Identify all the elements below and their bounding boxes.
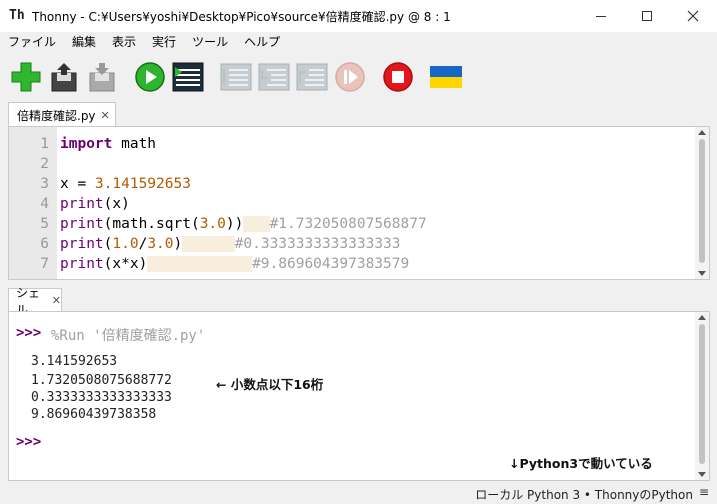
window-title: Thonny - C:¥Users¥yoshi¥Desktop¥Pico¥sou…: [32, 10, 451, 24]
step-into-icon: [258, 63, 290, 91]
output-line: 3.141592653: [31, 354, 118, 369]
code-line: 2: [40, 154, 427, 174]
shell-panel[interactable]: >>> %Run '倍精度確認.py' 3.141592653 1.732050…: [8, 311, 710, 481]
menu-view[interactable]: 表示: [104, 32, 144, 52]
new-file-button[interactable]: [9, 60, 43, 94]
scroll-down-icon[interactable]: [698, 271, 706, 276]
code-line: 6 print(1.0/3.0) #0.3333333333333333: [40, 234, 427, 254]
editor-scrollbar[interactable]: [695, 127, 709, 279]
step-over-icon: [220, 63, 252, 91]
close-icon: [687, 10, 699, 22]
line-number: 3: [40, 176, 49, 192]
code-comment: #0.3333333333333333: [234, 236, 401, 252]
shell-prompt[interactable]: >>>: [16, 434, 41, 450]
menu-run[interactable]: 実行: [144, 32, 184, 52]
interpreter-selector[interactable]: ローカル Python 3 • ThonnyのPython: [475, 486, 693, 503]
scroll-thumb[interactable]: [699, 139, 705, 263]
menu-help[interactable]: ヘルプ: [236, 32, 288, 52]
menu-tools[interactable]: ツール: [184, 32, 236, 52]
line-number: 2: [40, 156, 49, 172]
hamburger-menu-icon[interactable]: ≡: [699, 485, 709, 499]
code-line: 4 print(x): [40, 194, 427, 214]
run-button[interactable]: [133, 60, 167, 94]
scroll-up-icon[interactable]: [698, 315, 706, 320]
load-icon: [51, 63, 77, 92]
scroll-thumb[interactable]: [699, 324, 705, 464]
debug-icon: [172, 62, 204, 92]
stop-button[interactable]: [381, 60, 415, 94]
status-bar: ローカル Python 3 • ThonnyのPython ≡: [0, 482, 717, 504]
output-line: 0.3333333333333333: [31, 390, 172, 405]
step-into-button[interactable]: [257, 60, 291, 94]
maximize-icon: [642, 11, 652, 21]
load-button[interactable]: [47, 60, 81, 94]
step-out-icon: [296, 63, 328, 91]
editor-tab-strip: 倍精度確認.py ✕: [0, 102, 717, 127]
save-button[interactable]: [85, 60, 119, 94]
shell-scrollbar[interactable]: [695, 312, 709, 480]
step-over-button[interactable]: [219, 60, 253, 94]
title-bar: Th Thonny - C:¥Users¥yoshi¥Desktop¥Pico¥…: [0, 0, 717, 32]
scroll-up-icon[interactable]: [698, 130, 706, 135]
save-icon: [89, 63, 115, 92]
run-command: %Run '倍精度確認.py': [51, 328, 206, 344]
menu-bar: ファイル 編集 表示 実行 ツール ヘルプ: [0, 32, 717, 52]
code-line: 3x = 3.141592653: [40, 174, 427, 194]
output-line: 9.86960439738358: [31, 407, 157, 422]
resume-button[interactable]: [333, 60, 367, 94]
step-out-button[interactable]: [295, 60, 329, 94]
code-comment: #1.732050807568877: [269, 216, 427, 232]
shell-tab[interactable]: シェル ✕: [8, 286, 62, 317]
menu-edit[interactable]: 編集: [64, 32, 104, 52]
code-area[interactable]: 1 import math 2 3x = 3.141592653 4 print(x…: [40, 134, 427, 274]
code-line: 7 print(x*x) #9.869604397383579: [40, 254, 427, 274]
annotation-digits: ← 小数点以下16桁: [216, 377, 324, 392]
annotation-python3: ↓Python3で動いている: [509, 456, 653, 471]
line-number: 1: [40, 136, 49, 152]
line-number: 4: [40, 196, 49, 212]
line-number: 6: [40, 236, 49, 252]
line-number: 7: [40, 256, 49, 272]
code-line: 5 print(math.sqrt(3.0)) #1.73205080756887…: [40, 214, 427, 234]
stop-icon: [383, 62, 413, 92]
run-icon: [135, 62, 165, 92]
close-tab-icon[interactable]: ✕: [52, 294, 61, 307]
ukraine-support-button[interactable]: [429, 60, 463, 94]
new-file-icon: [11, 62, 41, 92]
code-editor[interactable]: 1 import math 2 3x = 3.141592653 4 print(x…: [8, 126, 710, 280]
editor-tab[interactable]: 倍精度確認.py ✕: [8, 102, 116, 127]
minimize-icon: [596, 15, 606, 17]
code-comment: #9.869604397383579: [252, 256, 410, 272]
shell-prompt: >>>: [16, 325, 42, 341]
menu-file[interactable]: ファイル: [0, 32, 64, 52]
scroll-down-icon[interactable]: [698, 472, 706, 477]
debug-button[interactable]: [171, 60, 205, 94]
close-tab-icon[interactable]: ✕: [101, 109, 110, 122]
ukraine-flag-icon: [430, 66, 462, 88]
editor-tab-label: 倍精度確認.py: [17, 108, 96, 123]
maximize-button[interactable]: [624, 0, 670, 32]
line-number: 5: [40, 216, 49, 232]
output-line: 1.7320508075688772: [31, 373, 172, 388]
toolbar: [0, 52, 717, 102]
code-line: 1 import math: [40, 134, 427, 154]
minimize-button[interactable]: [578, 0, 624, 32]
thonny-logo-icon: Th: [9, 8, 25, 23]
close-button[interactable]: [670, 0, 716, 32]
resume-icon: [335, 62, 365, 92]
